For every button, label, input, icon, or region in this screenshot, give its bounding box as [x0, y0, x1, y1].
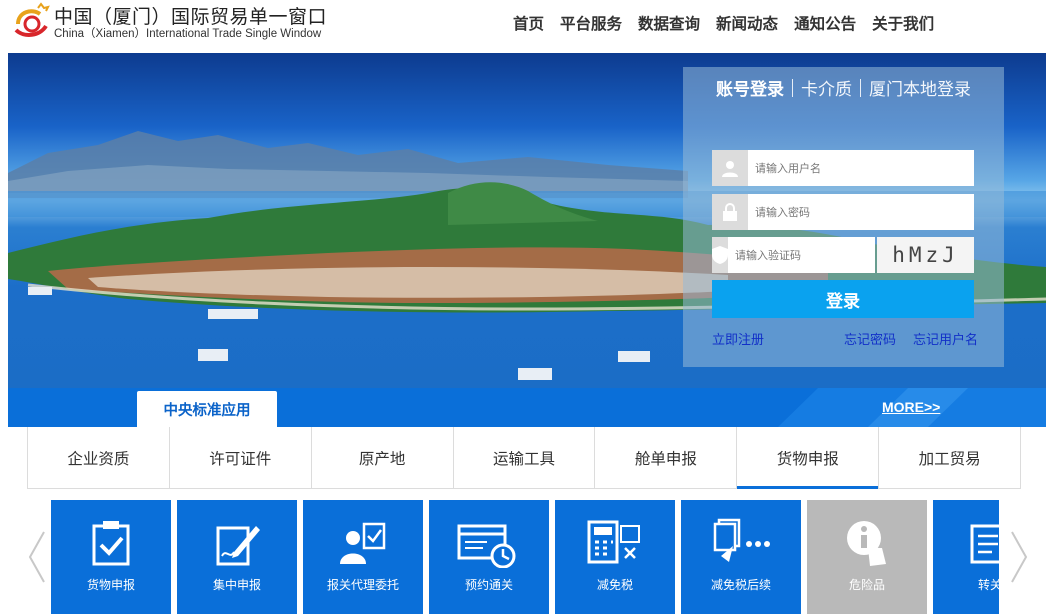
nav-about[interactable]: 关于我们: [872, 12, 934, 34]
tile-dangerous-goods[interactable]: 危险品: [807, 500, 927, 614]
user-icon: [712, 150, 748, 186]
site-subtitle: China（Xiamen）International Trade Single …: [54, 28, 322, 40]
tile-label: 减免税: [596, 578, 633, 592]
tile-label: 危险品: [848, 578, 885, 592]
tile-label: 集中申报: [212, 578, 261, 592]
login-panel: 账号登录 卡介质 厦门本地登录 hMzJ 登录 立即注册 忘记密码 忘记用户名: [683, 67, 1004, 367]
forgot-password-link[interactable]: 忘记密码: [844, 329, 896, 348]
shield-icon: [712, 237, 728, 273]
document-stack-icon: [970, 524, 1006, 564]
category-enterprise-qualification[interactable]: 企业资质: [28, 427, 170, 488]
tile-label: 预约通关: [464, 578, 513, 592]
nav-home[interactable]: 首页: [513, 12, 544, 34]
clipboard-check-icon: [92, 521, 130, 566]
lock-icon: [712, 194, 748, 230]
category-goods-declaration[interactable]: 货物申报: [737, 427, 880, 489]
nav-news[interactable]: 新闻动态: [716, 12, 778, 34]
pen-document-icon: [216, 526, 260, 566]
login-tabs: 账号登录 卡介质 厦门本地登录: [683, 75, 1004, 100]
tile-tax-reduction[interactable]: 减免税: [555, 500, 675, 614]
category-transport[interactable]: 运输工具: [454, 427, 596, 488]
login-button[interactable]: 登录: [712, 280, 974, 318]
app-tiles: 货物申报 集中申报 报关代理委托 预约通关 减免税 减免税后续 危险品 转关: [0, 500, 1057, 614]
nav-platform-services[interactable]: 平台服务: [560, 12, 622, 34]
captcha-image[interactable]: hMzJ: [877, 237, 974, 273]
tile-goods-declaration[interactable]: 货物申报: [51, 500, 171, 614]
tile-label: 货物申报: [86, 578, 135, 592]
register-link[interactable]: 立即注册: [712, 329, 764, 348]
category-manifest[interactable]: 舱单申报: [595, 427, 738, 488]
username-field: [712, 150, 974, 186]
nav-data-query[interactable]: 数据查询: [638, 12, 700, 34]
captcha-input[interactable]: [728, 238, 880, 272]
tile-label: 报关代理委托: [326, 578, 399, 592]
tab-xiamen-local-login[interactable]: 厦门本地登录: [861, 75, 979, 100]
username-input[interactable]: [748, 151, 974, 185]
tile-customs-agent-entrust[interactable]: 报关代理委托: [303, 500, 423, 614]
section-strip: 中央标准应用 MORE>>: [8, 388, 1046, 427]
category-tabs: 企业资质 许可证件 原产地 运输工具 舱单申报 货物申报 加工贸易: [27, 427, 1021, 489]
tab-card-login[interactable]: 卡介质: [793, 75, 860, 100]
central-standard-apps-tab[interactable]: 中央标准应用: [137, 391, 277, 427]
more-link[interactable]: MORE>>: [882, 399, 940, 415]
tile-transit[interactable]: 转关: [933, 500, 1006, 614]
category-processing-trade[interactable]: 加工贸易: [879, 427, 1020, 488]
password-field: [712, 194, 974, 230]
site-header: 中国（厦门）国际贸易单一窗口 China（Xiamen）Internationa…: [0, 0, 1057, 52]
site-logo[interactable]: [10, 2, 54, 42]
category-licenses[interactable]: 许可证件: [170, 427, 312, 488]
tile-label: 转关: [977, 578, 1002, 592]
documents-dots-icon: [713, 518, 770, 562]
password-input[interactable]: [748, 195, 974, 229]
captcha-field: [712, 237, 880, 273]
tile-label: 减免税后续: [710, 578, 771, 592]
info-hand-icon: [847, 521, 886, 566]
nav-notices[interactable]: 通知公告: [794, 12, 856, 34]
tile-centralized-declaration[interactable]: 集中申报: [177, 500, 297, 614]
calculator-icon: [587, 520, 640, 564]
tab-account-login[interactable]: 账号登录: [708, 75, 792, 100]
browser-clock-icon: [457, 524, 516, 568]
tile-appointment-clearance[interactable]: 预约通关: [429, 500, 549, 614]
category-origin[interactable]: 原产地: [312, 427, 454, 488]
forgot-username-link[interactable]: 忘记用户名: [913, 329, 978, 348]
agent-document-icon: [340, 522, 386, 564]
tile-tax-reduction-followup[interactable]: 减免税后续: [681, 500, 801, 614]
main-nav: 首页 平台服务 数据查询 新闻动态 通知公告 关于我们: [505, 12, 942, 34]
